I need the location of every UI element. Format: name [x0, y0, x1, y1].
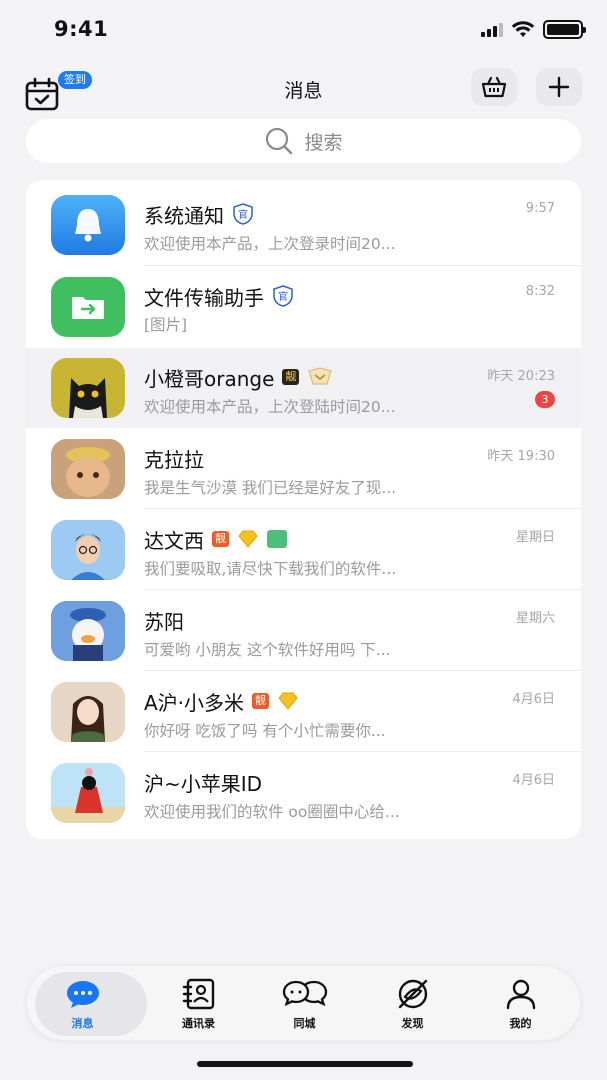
tab-label: 消息	[71, 1017, 94, 1030]
signal-icon	[481, 22, 503, 37]
official-badge-icon: 官	[273, 285, 293, 307]
message-preview: 我是生气沙漠 我们已经是好友了现...	[144, 479, 397, 497]
boy-avatar-image	[51, 520, 125, 580]
status-icons	[481, 20, 586, 39]
basket-icon	[481, 76, 507, 98]
friend-badge-icon	[267, 530, 287, 548]
conversation-row[interactable]: 文件传输助手 官 [图片] 8:32	[26, 266, 581, 348]
tab-label: 通讯录	[182, 1017, 215, 1030]
message-time: 4月6日	[512, 692, 555, 707]
conversation-name: 小橙哥orange	[144, 366, 275, 391]
battery-icon	[543, 20, 586, 39]
kitten-avatar-image	[51, 439, 125, 499]
message-preview: 可爱哟 小朋友 这个软件好用吗 下...	[144, 641, 391, 659]
header: 签到 消息	[0, 62, 607, 114]
status-time: 9:41	[54, 17, 109, 41]
avatar	[51, 520, 125, 580]
message-time: 星期日	[515, 530, 555, 545]
conversation-name: 沪~小苹果ID	[144, 771, 263, 796]
bell-icon	[75, 209, 101, 242]
official-badge-label: 官	[238, 208, 248, 221]
tab-messages[interactable]: 消息	[27, 966, 147, 1042]
conversation-name: 克拉拉	[144, 447, 204, 472]
official-badge-icon: 官	[233, 203, 253, 225]
cat-avatar-image	[69, 378, 107, 418]
search-icon	[266, 127, 293, 155]
message-preview: 我们要吸取,请尽快下载我们的软件...	[144, 560, 397, 578]
message-preview: 你好呀 吃饭了吗 有个小忙需要你...	[144, 722, 386, 740]
vip-crown-icon	[308, 367, 333, 385]
folder-icon	[72, 297, 104, 319]
discover-icon	[398, 979, 427, 1009]
double-chat-icon	[282, 980, 327, 1007]
chat-bubble-icon	[66, 981, 99, 1008]
home-indicator	[197, 1061, 413, 1067]
basket-button[interactable]	[471, 68, 517, 106]
message-time: 昨天 19:30	[487, 449, 555, 464]
message-time: 昨天 20:23	[487, 369, 555, 384]
tab-profile[interactable]: 我的	[465, 966, 576, 1042]
conversation-row[interactable]: A沪·小多米 靓 你好呀 吃饭了吗 有个小忙需要你... 4月6日	[26, 671, 581, 752]
avatar	[51, 601, 125, 661]
avatar	[51, 763, 125, 823]
duck-avatar-image	[51, 601, 125, 661]
conversation-row[interactable]: 达文西 靓 我们要吸取,请尽快下载我们的软件... 星期日	[26, 509, 581, 590]
message-preview: 欢迎使用本产品，上次登陆时间20...	[144, 398, 396, 416]
tab-label: 同城	[293, 1017, 316, 1030]
liang-badge: 靓	[282, 369, 300, 385]
status-bar: 9:41	[0, 0, 607, 60]
conversation-row[interactable]: 小橙哥orange 靓 欢迎使用本产品，上次登陆时间20... 昨天 20:23…	[26, 348, 581, 428]
tab-contacts[interactable]: 通讯录	[143, 966, 254, 1042]
diamond-icon	[278, 692, 298, 710]
avatar	[51, 439, 125, 499]
unread-count-badge: 3	[535, 391, 555, 408]
message-preview: 欢迎使用本产品，上次登录时间20...	[144, 235, 396, 253]
message-time: 8:32	[525, 284, 555, 299]
cartoon-avatar-image	[51, 763, 125, 823]
conversation-row[interactable]: 沪~小苹果ID 欢迎使用我们的软件 oo圈圈中心给... 4月6日	[26, 752, 581, 838]
message-preview: 欢迎使用我们的软件 oo圈圈中心给...	[144, 803, 400, 821]
conversation-list: 系统通知 官 欢迎使用本产品，上次登录时间20... 9:57 文件传输助手 官…	[26, 180, 581, 839]
official-badge-label: 官	[278, 290, 288, 303]
profile-icon	[506, 979, 535, 1010]
message-time: 4月6日	[512, 773, 555, 788]
girl-avatar-image	[51, 682, 125, 742]
tab-nearby[interactable]: 同城	[249, 966, 360, 1042]
diamond-icon	[238, 530, 258, 548]
add-button[interactable]	[536, 68, 582, 106]
conversation-name: 达文西	[144, 528, 204, 553]
tab-label: 我的	[509, 1017, 532, 1030]
tab-label: 发现	[401, 1017, 424, 1030]
message-time: 星期六	[515, 611, 555, 626]
plus-icon	[548, 76, 570, 98]
liang-badge: 靓	[212, 531, 229, 547]
avatar	[51, 358, 125, 418]
avatar	[51, 682, 125, 742]
conversation-name: 苏阳	[144, 609, 184, 634]
conversation-name: 系统通知	[144, 203, 224, 228]
bottom-tab-bar: 消息 通讯录 同城 发现 我的	[26, 965, 581, 1041]
conversation-name: A沪·小多米	[144, 690, 245, 715]
avatar	[51, 195, 125, 255]
avatar	[51, 277, 125, 337]
liang-badge: 靓	[252, 693, 270, 709]
conversation-row[interactable]: 克拉拉 我是生气沙漠 我们已经是好友了现... 昨天 19:30	[26, 428, 581, 509]
message-preview: [图片]	[144, 316, 188, 334]
message-time: 9:57	[525, 201, 555, 216]
search-placeholder: 搜索	[304, 131, 343, 154]
conversation-name: 文件传输助手	[144, 285, 264, 310]
conversation-row[interactable]: 苏阳 可爱哟 小朋友 这个软件好用吗 下... 星期六	[26, 590, 581, 671]
search-input[interactable]: 搜索	[26, 119, 581, 163]
wifi-icon	[511, 21, 535, 37]
contacts-icon	[182, 978, 214, 1010]
tab-discover[interactable]: 发现	[357, 966, 468, 1042]
conversation-row[interactable]: 系统通知 官 欢迎使用本产品，上次登录时间20... 9:57	[26, 180, 581, 266]
